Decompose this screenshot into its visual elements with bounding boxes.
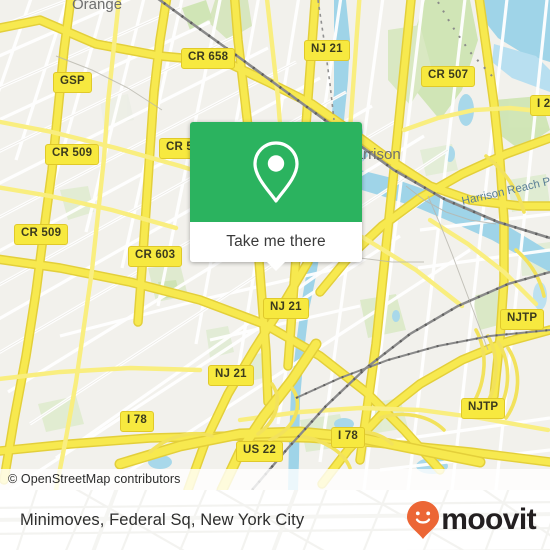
osm-attribution[interactable]: © OpenStreetMap contributors xyxy=(0,469,550,490)
place-label-orange: Orange xyxy=(72,0,123,13)
shield-nj-21-lower[interactable]: NJ 21 xyxy=(208,365,254,386)
footer-bar: Minimoves, Federal Sq, New York City moo… xyxy=(0,490,550,550)
location-pin-icon xyxy=(253,141,299,203)
moovit-smiley-pin-icon xyxy=(407,501,440,539)
shield-cr-603[interactable]: CR 603 xyxy=(128,246,183,267)
shield-i-2-clipped[interactable]: I 2 xyxy=(530,95,550,116)
shield-i-78[interactable]: I 78 xyxy=(120,411,154,432)
shield-i-78-right[interactable]: I 78 xyxy=(331,427,365,448)
card-action-area[interactable]: Take me there xyxy=(190,222,362,271)
take-me-there-label: Take me there xyxy=(226,233,326,250)
shield-cr-507[interactable]: CR 507 xyxy=(421,66,476,87)
shield-gsp[interactable]: GSP xyxy=(53,72,92,93)
shield-njtp-lower[interactable]: NJTP xyxy=(461,398,506,419)
shield-us-22[interactable]: US 22 xyxy=(236,441,283,462)
shield-cr-509-upper[interactable]: CR 509 xyxy=(45,144,100,165)
shield-cr-658[interactable]: CR 658 xyxy=(181,48,236,69)
shield-cr-509-left[interactable]: CR 509 xyxy=(14,224,69,245)
screenshot-root: Orange Harrison Harrison Reach Passaic C… xyxy=(0,0,550,550)
moovit-brand[interactable]: moovit xyxy=(406,500,537,540)
card-pointer-tail xyxy=(266,261,286,271)
moovit-wordmark: moovit xyxy=(441,503,536,536)
shield-nj-21-top[interactable]: NJ 21 xyxy=(304,40,350,61)
location-title: Minimoves, Federal Sq, New York City xyxy=(20,510,305,529)
take-me-there-card[interactable]: Take me there xyxy=(190,122,362,271)
card-pin-area xyxy=(190,122,362,222)
shield-njtp-upper[interactable]: NJTP xyxy=(500,309,545,330)
shield-nj-21-mid[interactable]: NJ 21 xyxy=(263,298,309,319)
